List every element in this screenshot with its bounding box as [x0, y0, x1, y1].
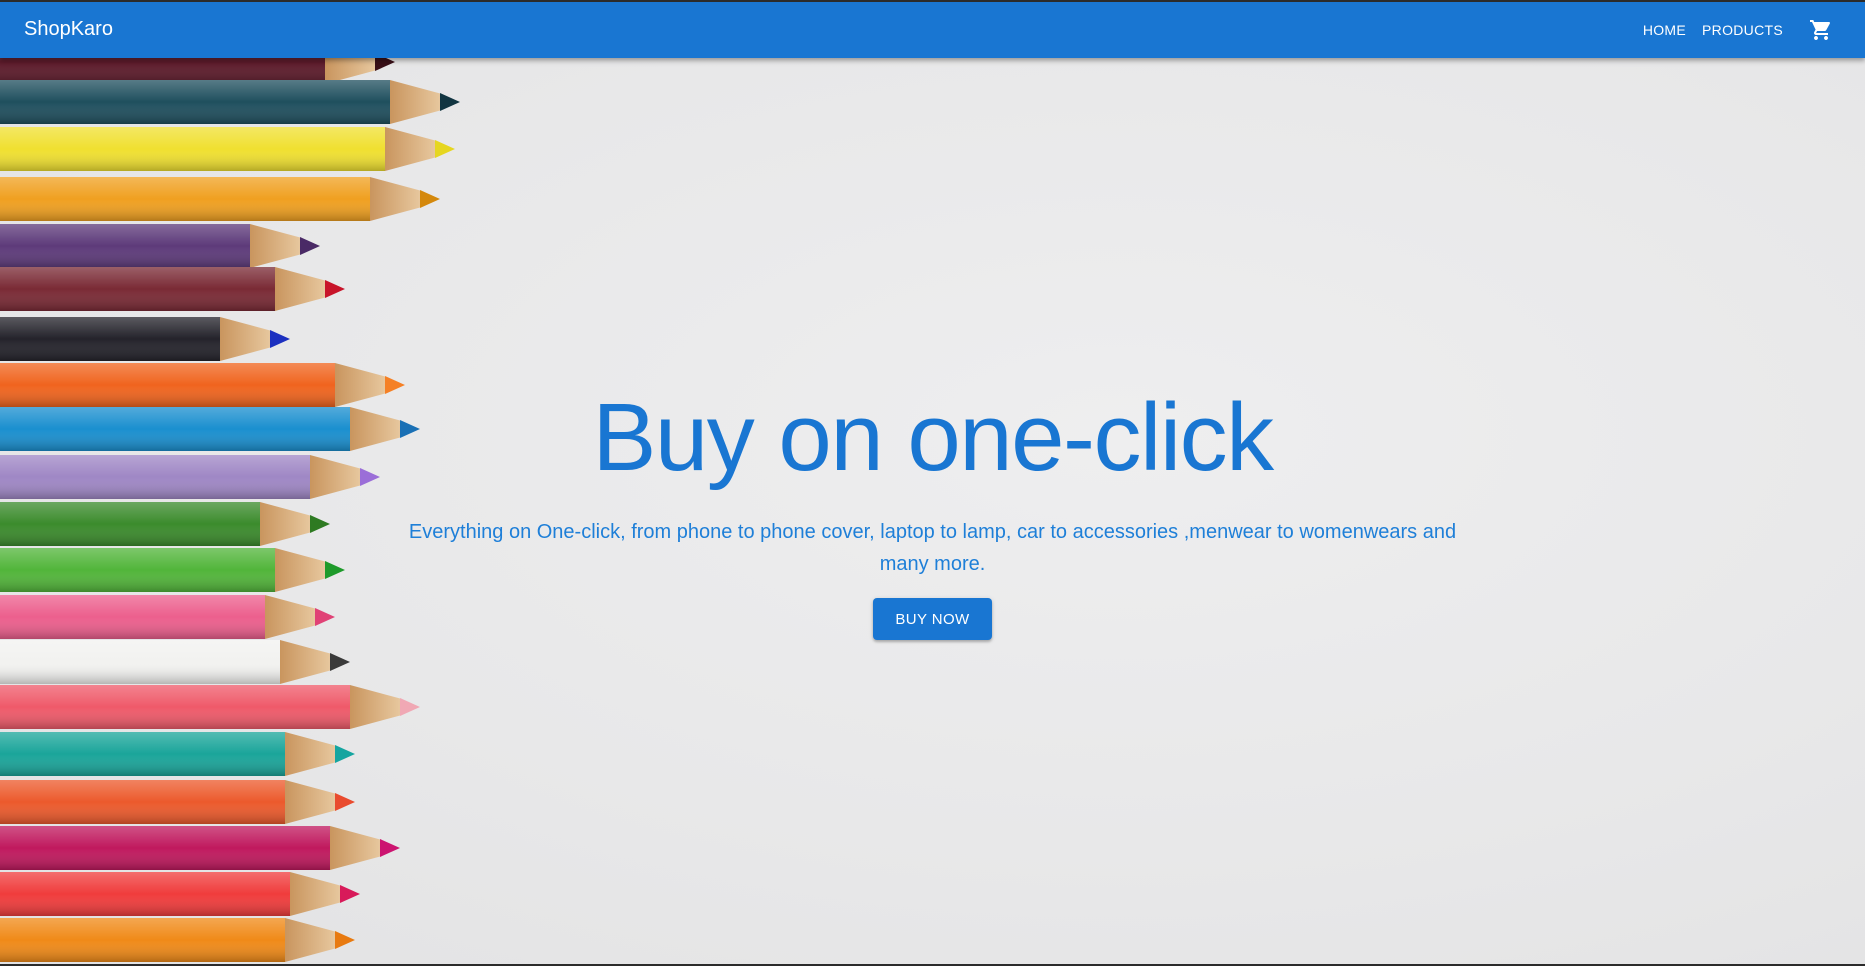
app-bar: ShopKaro HOME PRODUCTS	[0, 2, 1865, 58]
brand-logo[interactable]: ShopKaro	[24, 17, 113, 41]
page: Buy on one-click Everything on One-click…	[0, 2, 1865, 964]
hero-section: Buy on one-click Everything on One-click…	[0, 2, 1865, 964]
nav-menu: HOME PRODUCTS	[1635, 2, 1841, 58]
nav-products-link[interactable]: PRODUCTS	[1694, 16, 1791, 44]
hero-title: Buy on one-click	[592, 384, 1274, 491]
shopping-cart-icon	[1810, 20, 1831, 40]
nav-home-link[interactable]: HOME	[1635, 16, 1694, 44]
cart-button[interactable]	[1801, 10, 1841, 50]
buy-now-button[interactable]: BUY NOW	[873, 598, 992, 640]
hero-subtitle: Everything on One-click, from phone to p…	[408, 521, 1457, 575]
